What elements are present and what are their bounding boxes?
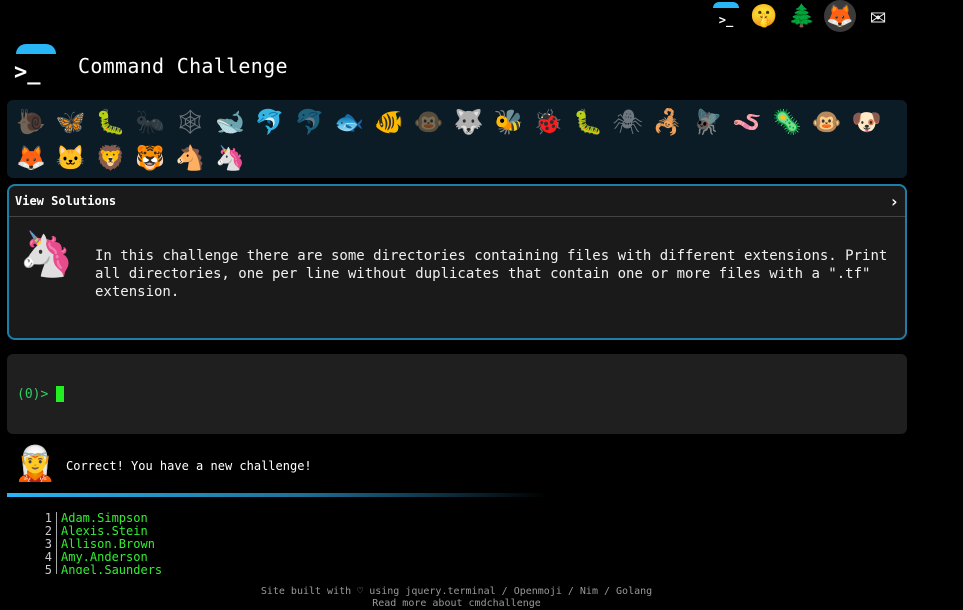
chevron-right-icon[interactable]: › <box>889 192 899 211</box>
page-header: >_ Command Challenge <box>14 44 288 88</box>
microbe-icon[interactable]: 🦠 <box>767 104 807 140</box>
tiger-icon[interactable]: 🐯 <box>130 140 170 176</box>
output-listing: 1 Adam.Simpson 2 Alexis.Stein 3 Allison.Bro… <box>40 512 162 574</box>
footer-read-more-link[interactable]: Read more about cmdchallenge <box>0 598 913 610</box>
dog-icon[interactable]: 🐶 <box>847 104 887 140</box>
fox-icon[interactable]: 🦊 <box>11 140 51 176</box>
unicorn-icon[interactable]: 🦄 <box>210 140 250 176</box>
worm-pink-icon[interactable]: 🪱 <box>727 104 767 140</box>
terminal-cursor <box>56 386 65 402</box>
status-message-text: Correct! You have a new challenge! <box>66 459 312 473</box>
terminal-input[interactable]: (0)> <box>7 354 907 434</box>
list-item: 5 Angel.Saunders <box>40 564 162 574</box>
worm-icon[interactable]: 🐛 <box>568 104 608 140</box>
spider-icon[interactable]: 🕷 <box>608 104 648 140</box>
status-message: 🧝 Correct! You have a new challenge! <box>14 444 312 488</box>
challenge-card: View Solutions › 🦄 In this challenge the… <box>7 184 907 340</box>
snail-icon[interactable]: 🐌 <box>11 104 51 140</box>
page-title: Command Challenge <box>78 54 288 78</box>
fish-icon[interactable]: 🐟 <box>329 104 369 140</box>
monkey-icon[interactable]: 🐵 <box>807 104 847 140</box>
terminal-prompt-icon: >_ <box>14 60 41 85</box>
terminal-prompt: (0)> <box>17 386 49 402</box>
mail-icon[interactable]: ✉ <box>862 0 894 32</box>
dolphin-gray-icon[interactable]: 🐬 <box>290 104 330 140</box>
tropical-fish-icon[interactable]: 🐠 <box>369 104 409 140</box>
shush-face-icon[interactable]: 🤫 <box>748 0 780 32</box>
monkey-face-icon[interactable]: 🐵 <box>409 104 449 140</box>
cmdchallenge-logo-icon[interactable]: >_ <box>710 0 742 32</box>
whale-icon[interactable]: 🐋 <box>210 104 250 140</box>
divider-bar <box>7 493 547 497</box>
view-solutions-toggle[interactable]: View Solutions › <box>9 186 905 217</box>
horse-icon[interactable]: 🐴 <box>170 140 210 176</box>
unicorn-avatar-icon: 🦄 <box>19 229 74 280</box>
wolf-icon[interactable]: 🐺 <box>449 104 489 140</box>
fly-icon[interactable]: 🪰 <box>688 104 728 140</box>
challenge-progress-icons: 🐌 🦋 🐛 🐜 🕸 🐋 🐬 🐬 🐟 🐠 🐵 🐺 🐝 🐞 🐛 🕷 🦂 🪰 🪱 🦠 … <box>7 100 907 178</box>
caterpillar-icon[interactable]: 🐛 <box>91 104 131 140</box>
cat-icon[interactable]: 🐱 <box>51 140 91 176</box>
footer-credits: Site built with ♡ using jquery.terminal … <box>260 586 653 597</box>
logo-cap <box>16 44 56 54</box>
challenge-body: 🦄 In this challenge there are some direc… <box>9 217 905 309</box>
footer: Site built with ♡ using jquery.terminal … <box>0 586 913 610</box>
terminal-prompt-row[interactable]: (0)> <box>17 386 65 402</box>
lion-icon[interactable]: 🦁 <box>91 140 131 176</box>
gitlab-icon[interactable]: 🦊 <box>824 0 856 32</box>
elf-avatar-icon: 🧝 <box>14 444 57 484</box>
top-icon-bar: >_ 🤫 🌲 🦊 ✉ <box>710 0 894 32</box>
view-solutions-label: View Solutions <box>15 194 117 208</box>
butterfly-icon[interactable]: 🦋 <box>51 104 91 140</box>
spiderweb-icon[interactable]: 🕸 <box>170 104 210 140</box>
scorpion-icon[interactable]: 🦂 <box>648 104 688 140</box>
ladybug-icon[interactable]: 🐞 <box>528 104 568 140</box>
bee-icon[interactable]: 🐝 <box>489 104 529 140</box>
tree-icon[interactable]: 🌲 <box>786 0 818 32</box>
ant-icon[interactable]: 🐜 <box>130 104 170 140</box>
dolphin-icon[interactable]: 🐬 <box>250 104 290 140</box>
challenge-description: In this challenge there are some directo… <box>95 248 888 300</box>
logo: >_ <box>14 44 58 88</box>
